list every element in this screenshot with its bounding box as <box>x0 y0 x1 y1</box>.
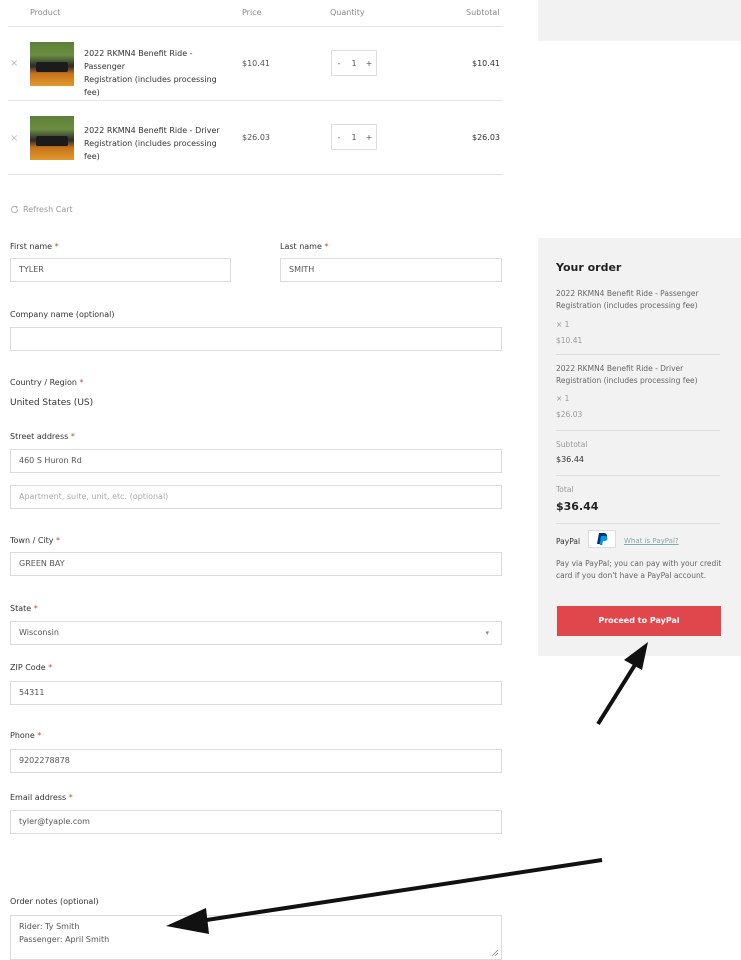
arrow-to-order-notes <box>166 858 603 934</box>
annotation-arrows <box>166 642 648 934</box>
arrow-to-paypal-button <box>596 642 648 726</box>
